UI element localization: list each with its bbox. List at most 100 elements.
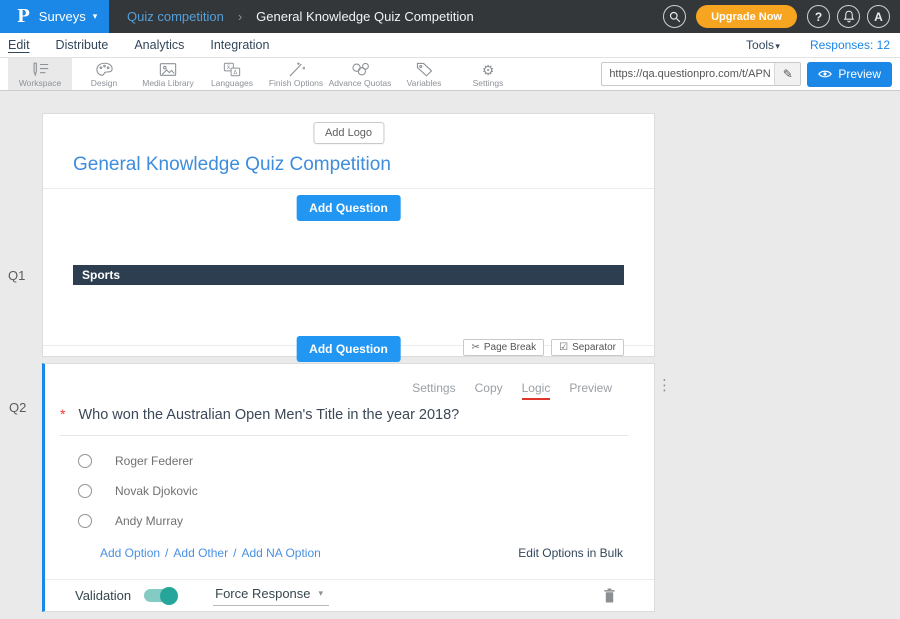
surveys-menu[interactable]: P Surveys ▾ bbox=[0, 0, 109, 33]
survey-header-card: Add Logo General Knowledge Quiz Competit… bbox=[42, 113, 655, 357]
question-tab-copy[interactable]: Copy bbox=[475, 381, 503, 398]
svg-text:x̄: x̄ bbox=[227, 65, 231, 71]
toolbar-item-variables[interactable]: Variables bbox=[392, 58, 456, 90]
question-number-q1: Q1 bbox=[8, 268, 25, 283]
add-option-links: Add Option / Add Other / Add NA Option bbox=[100, 546, 321, 560]
toggle-knob bbox=[160, 587, 178, 605]
separator-button[interactable]: ☑ Separator bbox=[551, 339, 624, 356]
nav-right: Tools ▾ Responses: 12 bbox=[746, 38, 890, 52]
option-label[interactable]: Novak Djokovic bbox=[115, 484, 198, 498]
toolbar-item-workspace[interactable]: Workspace bbox=[8, 58, 72, 90]
notifications-button[interactable] bbox=[837, 5, 860, 28]
add-logo-button[interactable]: Add Logo bbox=[313, 122, 384, 144]
tab-edit[interactable]: Edit bbox=[8, 38, 30, 52]
account-button[interactable]: A bbox=[867, 5, 890, 28]
toolbar-items: Workspace Design Media Library x̄A Langu… bbox=[0, 58, 520, 90]
question-number-q2: Q2 bbox=[9, 400, 26, 415]
search-icon bbox=[669, 11, 681, 23]
add-other-link[interactable]: Add Other bbox=[173, 546, 228, 560]
tag-icon bbox=[416, 62, 433, 77]
toolbar-item-label: Design bbox=[91, 78, 117, 88]
validation-value: Force Response bbox=[215, 586, 310, 601]
breadcrumb-current: General Knowledge Quiz Competition bbox=[256, 9, 474, 24]
toolbar-item-finish-options[interactable]: Finish Options bbox=[264, 58, 328, 90]
avatar: A bbox=[874, 10, 883, 24]
question-tab-logic[interactable]: Logic bbox=[522, 381, 551, 400]
answer-option-row[interactable]: Novak Djokovic bbox=[78, 484, 198, 498]
help-button[interactable]: ? bbox=[807, 5, 830, 28]
scissors-icon: ✂ bbox=[471, 342, 479, 353]
toolbar-item-label: Settings bbox=[473, 78, 504, 88]
app-window: P Surveys ▾ Quiz competition › General K… bbox=[0, 0, 900, 619]
toolbar-item-media-library[interactable]: Media Library bbox=[136, 58, 200, 90]
palette-icon bbox=[96, 62, 113, 77]
chevron-down-icon: ▾ bbox=[319, 588, 324, 599]
pencil-icon: ✎ bbox=[783, 67, 793, 81]
radio-button-icon[interactable] bbox=[78, 514, 92, 528]
section-title-bar[interactable]: Sports bbox=[73, 265, 624, 285]
workspace-icon bbox=[30, 62, 50, 77]
question-tab-preview[interactable]: Preview bbox=[569, 381, 612, 398]
add-option-link[interactable]: Add Option bbox=[100, 546, 160, 560]
survey-title[interactable]: General Knowledge Quiz Competition bbox=[73, 154, 391, 176]
edit-url-button[interactable]: ✎ bbox=[774, 62, 800, 86]
survey-url-box: ✎ bbox=[601, 62, 801, 86]
upgrade-now-button[interactable]: Upgrade Now bbox=[696, 5, 797, 28]
toolbar-item-label: Variables bbox=[407, 78, 442, 88]
survey-url-input[interactable] bbox=[602, 68, 774, 80]
nav-tabs: Edit Distribute Analytics Integration bbox=[8, 38, 269, 52]
option-label[interactable]: Andy Murray bbox=[115, 514, 183, 528]
chevron-down-icon: ▾ bbox=[93, 11, 98, 22]
delete-question-button[interactable] bbox=[603, 588, 616, 603]
header-actions: Upgrade Now ? A bbox=[663, 5, 900, 28]
toolbar-item-settings[interactable]: ⚙ Settings bbox=[456, 58, 520, 90]
toolbar-item-advance-quotas[interactable]: Advance Quotas bbox=[328, 58, 392, 90]
translate-icon: x̄A bbox=[223, 62, 241, 77]
toolbar-item-label: Languages bbox=[211, 78, 253, 88]
wand-icon bbox=[288, 62, 305, 77]
breadcrumb-parent[interactable]: Quiz competition bbox=[127, 9, 224, 24]
radio-button-icon[interactable] bbox=[78, 454, 92, 468]
radio-button-icon[interactable] bbox=[78, 484, 92, 498]
toolbar-item-design[interactable]: Design bbox=[72, 58, 136, 90]
responses-link[interactable]: Responses: 12 bbox=[810, 38, 890, 52]
product-name: Surveys bbox=[39, 9, 86, 24]
image-icon bbox=[159, 62, 177, 77]
required-asterisk: * bbox=[60, 406, 65, 422]
edit-toolbar: Workspace Design Media Library x̄A Langu… bbox=[0, 58, 900, 91]
eye-icon bbox=[818, 69, 832, 79]
add-question-button-middle[interactable]: Add Question bbox=[296, 336, 401, 362]
question-action-tabs: Settings Copy Logic Preview bbox=[412, 381, 612, 400]
preview-button[interactable]: Preview bbox=[807, 62, 892, 87]
tab-integration[interactable]: Integration bbox=[210, 38, 269, 52]
chain-icon bbox=[351, 62, 370, 77]
tab-analytics[interactable]: Analytics bbox=[134, 38, 184, 52]
kebab-menu-icon[interactable]: ⋮ bbox=[657, 379, 672, 393]
question-tab-settings[interactable]: Settings bbox=[412, 381, 455, 398]
answer-option-row[interactable]: Andy Murray bbox=[78, 514, 183, 528]
validation-label: Validation bbox=[75, 588, 131, 603]
tools-menu[interactable]: Tools ▾ bbox=[746, 38, 780, 52]
link-separator: / bbox=[233, 546, 236, 560]
toolbar-item-label: Media Library bbox=[142, 78, 194, 88]
toolbar-item-languages[interactable]: x̄A Languages bbox=[200, 58, 264, 90]
option-label[interactable]: Roger Federer bbox=[115, 454, 193, 468]
validation-type-dropdown[interactable]: Force Response ▾ bbox=[213, 586, 329, 606]
validation-toggle[interactable] bbox=[144, 589, 176, 602]
validation-row: Validation Force Response ▾ bbox=[45, 579, 654, 611]
edit-options-in-bulk-link[interactable]: Edit Options in Bulk bbox=[518, 546, 623, 560]
add-question-button-top[interactable]: Add Question bbox=[296, 195, 401, 221]
toolbar-item-label: Finish Options bbox=[269, 78, 323, 88]
separator-label: Separator bbox=[572, 342, 616, 353]
bell-icon bbox=[843, 10, 855, 23]
gear-icon: ⚙ bbox=[482, 63, 495, 77]
page-break-button[interactable]: ✂ Page Break bbox=[463, 339, 544, 356]
answer-option-row[interactable]: Roger Federer bbox=[78, 454, 193, 468]
search-button[interactable] bbox=[663, 5, 686, 28]
page-break-label: Page Break bbox=[484, 342, 536, 353]
tab-distribute[interactable]: Distribute bbox=[56, 38, 109, 52]
question-text[interactable]: Who won the Australian Open Men's Title … bbox=[78, 407, 459, 423]
add-na-option-link[interactable]: Add NA Option bbox=[241, 546, 320, 560]
svg-text:A: A bbox=[233, 71, 237, 77]
questionpro-logo: P bbox=[17, 6, 30, 27]
